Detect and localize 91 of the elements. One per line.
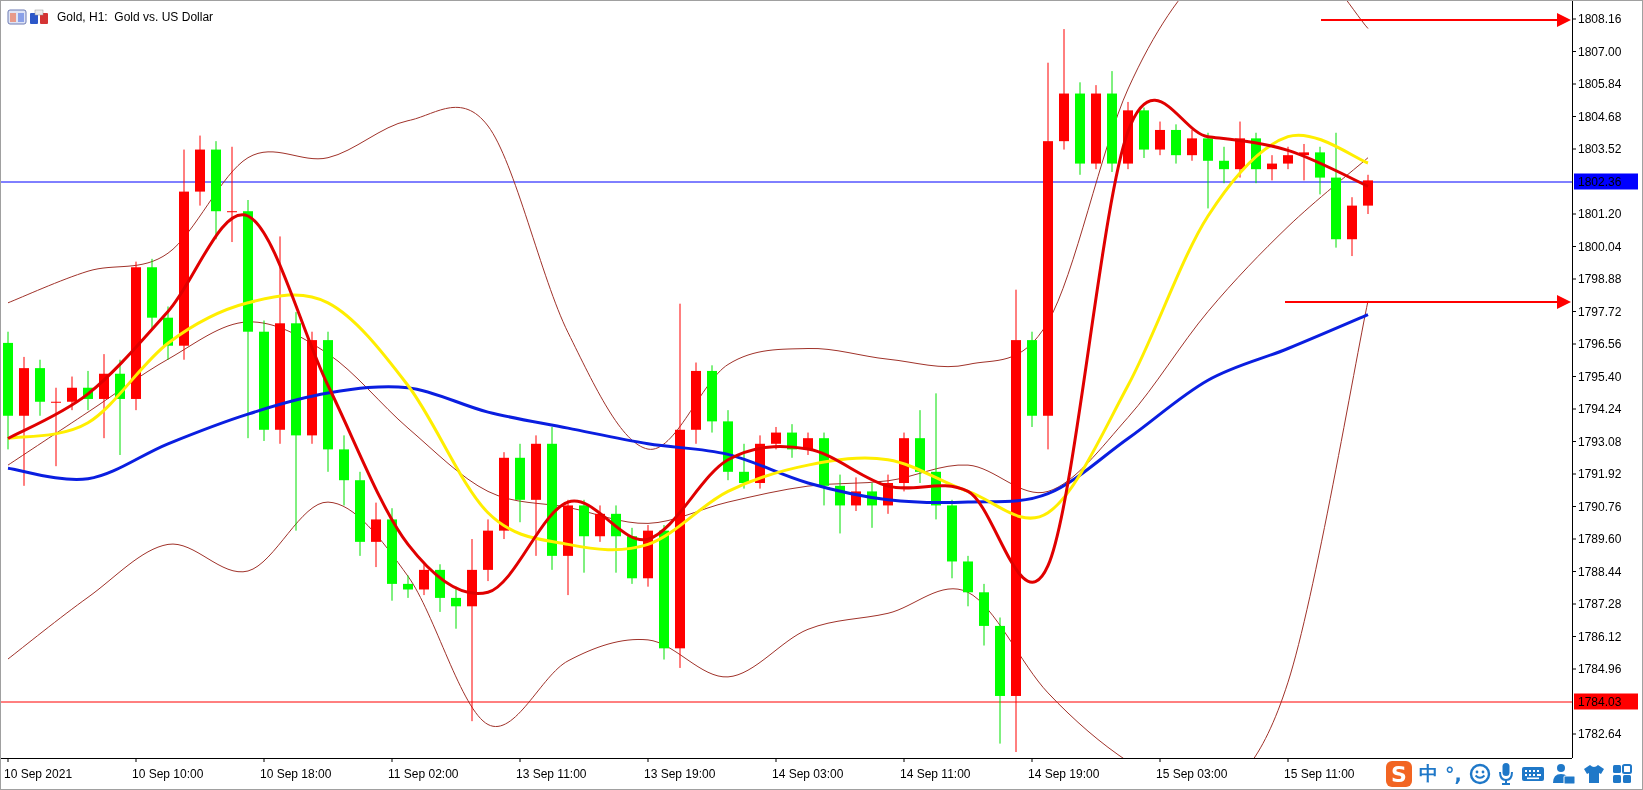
candlestick: [963, 555, 973, 607]
price-tick-label: 1782.64: [1572, 727, 1622, 741]
candlestick: [1139, 107, 1149, 159]
candlestick: [67, 376, 77, 411]
price-tick-label: 1793.08: [1572, 434, 1622, 449]
price-tick-label: 1807.00: [1572, 44, 1622, 59]
candlestick: [787, 423, 797, 459]
price-tick-label: 1804.68: [1572, 109, 1622, 124]
price-label: 1784.03: [1574, 693, 1638, 710]
candlestick: [483, 518, 493, 582]
candlestick: [339, 434, 349, 506]
candlestick: [403, 575, 413, 599]
price-tick-label: 1790.76: [1572, 499, 1622, 514]
candlestick: [1187, 129, 1197, 162]
candlestick: [83, 370, 93, 411]
chart-icon: [29, 9, 49, 25]
candlestick: [979, 583, 989, 647]
candlestick: [771, 426, 781, 450]
candlestick: [883, 474, 893, 515]
candlestick: [1155, 121, 1165, 156]
candlestick: [419, 563, 429, 596]
time-tick-label: 10 Sep 2021: [4, 758, 73, 781]
candlestick: [1315, 146, 1325, 195]
candlestick: [163, 306, 173, 361]
candlestick: [739, 443, 749, 490]
price-tick-label: 1788.44: [1572, 564, 1622, 579]
candlestick: [1251, 132, 1261, 184]
candlestick: [643, 524, 653, 588]
candlestick: [371, 502, 381, 568]
candlestick: [35, 359, 45, 417]
candlestick: [1235, 121, 1245, 179]
candlestick: [1283, 146, 1293, 170]
candlestick: [1267, 154, 1277, 181]
time-tick-label: 15 Sep 11:00: [1284, 758, 1355, 781]
price-tick-label: 1791.92: [1572, 467, 1622, 481]
candlestick: [195, 135, 205, 207]
candlestick: [803, 432, 813, 456]
candlestick: [755, 434, 765, 490]
candlestick: [723, 409, 733, 481]
price-tick-label: 1803.52: [1572, 142, 1622, 156]
price-tick-label: 1797.72: [1572, 304, 1622, 319]
candlestick: [627, 527, 637, 585]
candlestick: [1123, 101, 1133, 170]
candlestick: [707, 364, 717, 434]
price-tick-label: 1794.24: [1572, 402, 1622, 416]
price-label: 1802.36: [1574, 173, 1638, 190]
candlestick: [147, 258, 157, 330]
input-mode-toggle[interactable]: °,: [1445, 763, 1462, 785]
price-tick-label: 1801.20: [1572, 207, 1622, 221]
candlestick: [435, 563, 445, 613]
price-tick-label: 1798.88: [1572, 272, 1622, 286]
user-icon[interactable]: [1551, 763, 1576, 785]
candlestick: [611, 504, 621, 574]
time-tick-label: 13 Sep 11:00: [516, 758, 587, 781]
price-tick-label: 1808.16: [1572, 12, 1622, 26]
price-tick-label: 1796.56: [1572, 337, 1622, 351]
chart-title: Gold, H1: Gold vs. US Dollar: [57, 10, 214, 24]
smiley-icon[interactable]: [1468, 763, 1491, 785]
candlestick: [1347, 196, 1357, 257]
microphone-icon[interactable]: [1497, 762, 1514, 786]
candlestick: [1363, 174, 1373, 215]
candlestick: [899, 432, 909, 492]
candlestick: [1219, 146, 1229, 184]
price-tick-label: 1795.40: [1572, 369, 1622, 384]
candlestick: [451, 586, 461, 630]
keyboard-icon[interactable]: [1520, 765, 1545, 783]
time-tick-label: 10 Sep 18:00: [260, 758, 332, 781]
input-mode-toggle[interactable]: 中: [1419, 761, 1438, 787]
candlestick: [1299, 143, 1309, 181]
candlestick: [867, 482, 877, 529]
time-tick-label: 14 Sep 03:00: [772, 758, 844, 781]
price-tick-label: 1784.96: [1572, 662, 1622, 676]
price-tick-label: 1789.60: [1572, 532, 1622, 546]
price-tick-label: 1786.12: [1572, 629, 1622, 644]
time-tick-label: 13 Sep 19:00: [644, 758, 716, 781]
window-icon: [7, 9, 27, 25]
candlestick: [835, 474, 845, 534]
time-tick-label: 11 Sep 02:00: [388, 758, 459, 781]
input-method-logo[interactable]: S: [1386, 761, 1412, 787]
candlestick: [595, 504, 605, 543]
time-tick-label: 15 Sep 03:00: [1156, 758, 1228, 781]
grid-icon[interactable]: [1611, 764, 1632, 784]
time-tick-label: 10 Sep 10:00: [132, 758, 204, 781]
shirt-icon[interactable]: [1582, 764, 1605, 784]
price-tick-label: 1787.28: [1572, 597, 1622, 611]
time-tick-label: 14 Sep 19:00: [1028, 758, 1100, 781]
price-tick-label: 1800.04: [1572, 239, 1622, 254]
candlestick: [851, 476, 861, 512]
price-tick-label: 1805.84: [1572, 77, 1622, 91]
time-tick-label: 14 Sep 11:00: [900, 758, 971, 781]
candlestick: [1171, 123, 1181, 165]
